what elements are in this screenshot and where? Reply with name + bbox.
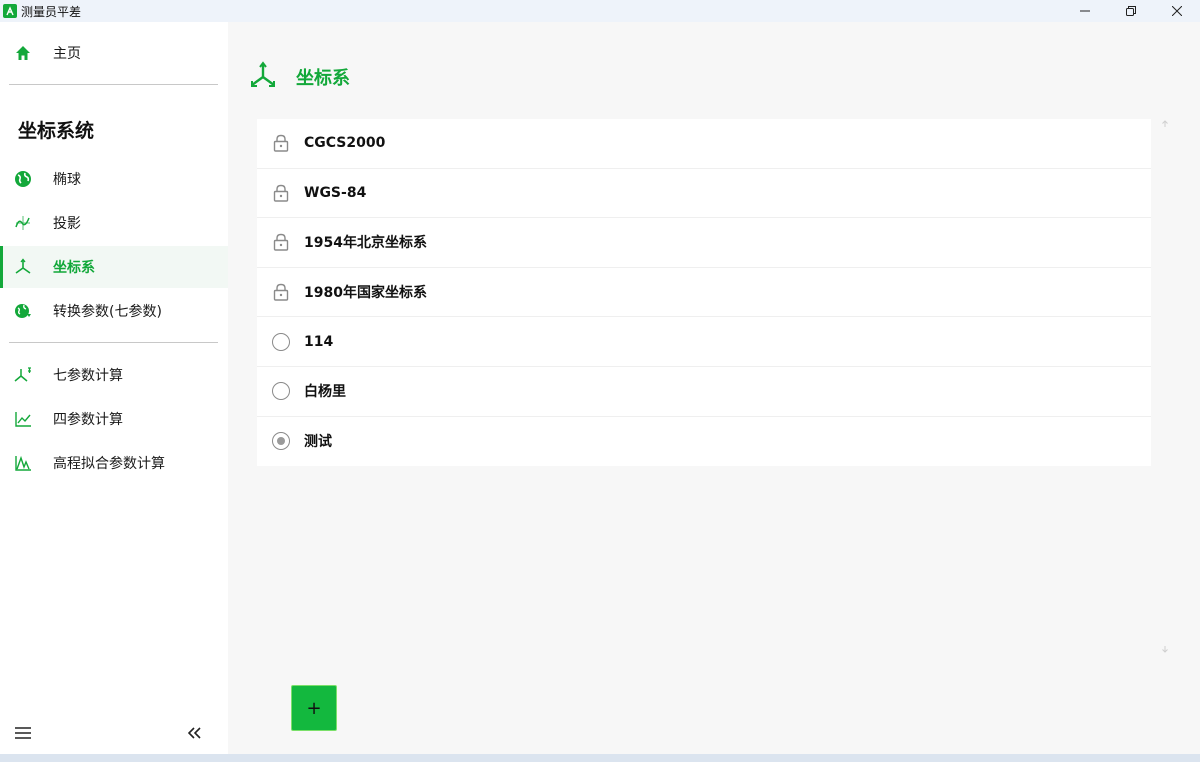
sidebar-item-four-param[interactable]: 四参数计算 [0,398,228,440]
list-item[interactable]: 1954年北京坐标系 [257,218,1151,268]
add-coordinate-system-button[interactable]: + [291,685,337,731]
sidebar-item-label: 七参数计算 [53,368,123,384]
section-title: 坐标系统 [18,120,95,142]
sidebar-item-label: 坐标系 [53,260,95,276]
lock-icon [271,183,291,203]
coordinate-system-name: 1980年国家坐标系 [304,285,427,302]
sidebar: 主页 坐标系统 椭球 投影 坐标系 转换参数(七参数) 七参数计算 四参数计算 … [0,22,228,754]
minimize-button[interactable] [1062,0,1108,22]
scroll-up-arrow-icon[interactable] [1159,120,1171,132]
list-item[interactable]: 114 [257,317,1151,367]
globe-arrows-icon [12,301,34,321]
scroll-down-arrow-icon[interactable] [1159,645,1171,657]
sidebar-item-seven-param[interactable]: 七参数计算 [0,354,228,396]
sidebar-item-coordinate-system[interactable]: 坐标系 [0,246,228,288]
sidebar-item-label: 椭球 [53,172,81,188]
radio-circle[interactable] [272,382,290,401]
coordinate-system-name: WGS-84 [304,184,367,201]
radio-button[interactable] [271,381,291,401]
sidebar-bottom-bar [0,712,228,752]
sidebar-item-label: 主页 [53,46,81,62]
coordinate-system-list: CGCS2000 WGS-84 1954年北京坐标系 1980年国家坐标系 11… [257,119,1151,467]
home-icon [12,43,34,63]
list-item[interactable]: 1980年国家坐标系 [257,268,1151,318]
lock-icon [271,232,291,252]
radio-circle-checked[interactable] [272,432,290,451]
divider [9,342,218,343]
list-item[interactable]: 测试 [257,417,1151,467]
sidebar-item-label: 四参数计算 [53,412,123,428]
coordinate-system-name: CGCS2000 [304,135,386,152]
list-item[interactable]: CGCS2000 [257,119,1151,169]
menu-icon[interactable] [12,722,34,744]
radio-circle[interactable] [272,332,290,351]
collapse-sidebar-icon[interactable] [184,722,206,744]
list-item[interactable]: WGS-84 [257,169,1151,219]
sidebar-item-ellipsoid[interactable]: 椭球 [0,158,228,200]
main-content: 坐标系 CGCS2000 WGS-84 1954年北京坐标系 1980年国家坐标… [228,22,1200,754]
restore-button[interactable] [1108,0,1154,22]
coordinate-system-name: 1954年北京坐标系 [304,235,427,252]
lock-icon [271,133,291,153]
title-bar: 测量员平差 [0,0,1200,22]
coordinate-system-name: 测试 [304,434,332,451]
taskbar-strip [0,754,1200,762]
chart-line-icon [12,409,34,429]
window-title: 测量员平差 [21,4,82,19]
divider [9,84,218,85]
coordinate-system-name: 白杨里 [304,384,346,401]
page-header: 坐标系 [248,60,350,94]
projection-icon [12,213,34,233]
page-title: 坐标系 [296,68,350,89]
sidebar-item-label: 投影 [53,216,81,232]
seven-param-icon [12,365,34,385]
sidebar-item-label: 高程拟合参数计算 [53,456,165,472]
sidebar-item-projection[interactable]: 投影 [0,202,228,244]
globe-icon [12,169,34,189]
sidebar-item-label: 转换参数(七参数) [53,304,162,320]
sidebar-item-elevation-fit[interactable]: 高程拟合参数计算 [0,442,228,484]
close-button[interactable] [1154,0,1200,22]
sidebar-item-transform-params[interactable]: 转换参数(七参数) [0,290,228,332]
radio-button[interactable] [271,431,291,451]
axis-icon [12,257,34,277]
list-item[interactable]: 白杨里 [257,367,1151,417]
lock-icon [271,282,291,302]
sidebar-item-home[interactable]: 主页 [0,32,228,74]
axis-icon [248,60,278,94]
plus-icon: + [306,697,322,719]
elevation-icon [12,453,34,473]
coordinate-system-name: 114 [304,333,334,350]
app-logo-icon [3,4,17,18]
radio-button[interactable] [271,332,291,352]
